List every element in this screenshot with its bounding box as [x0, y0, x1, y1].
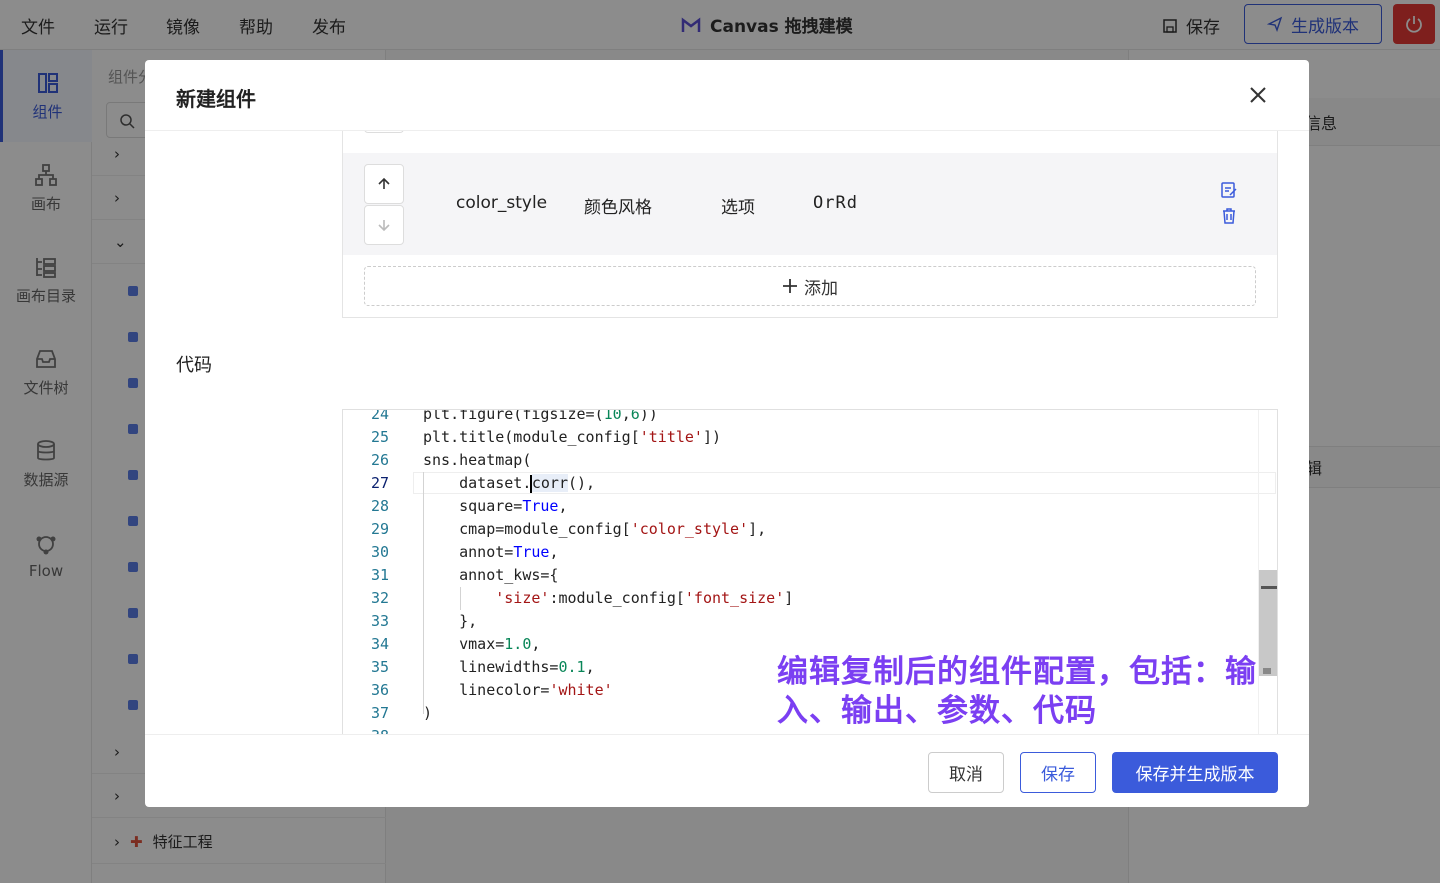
add-param-label: 添加 — [804, 278, 838, 299]
move-down-button[interactable] — [364, 131, 404, 133]
line-number: 27 — [370, 474, 389, 492]
move-up-button[interactable] — [364, 164, 404, 204]
code-line: 28 square=True, — [343, 495, 1259, 518]
line-number: 30 — [370, 543, 389, 561]
edit-icon[interactable] — [1220, 181, 1238, 199]
line-number: 25 — [370, 428, 389, 446]
arrow-up-icon — [378, 177, 390, 189]
line-number: 26 — [370, 451, 389, 469]
line-number: 37 — [370, 704, 389, 722]
save-button[interactable]: 保存 — [1020, 752, 1096, 793]
code-text: vmax=1.0, — [423, 635, 541, 653]
code-field-label: 代码 — [176, 355, 212, 376]
code-text: square=True, — [423, 497, 568, 515]
line-number: 35 — [370, 658, 389, 676]
dialog-header: 新建组件 — [145, 60, 1309, 131]
code-text: annot_kws={ — [423, 566, 559, 584]
code-text: ) — [423, 704, 433, 722]
code-line: 26 sns.heatmap( — [343, 449, 1259, 472]
annotation-text: 编辑复制后的组件配置，包括：输入、输出、参数、代码 — [777, 654, 1257, 729]
param-label: 颜色风格 — [584, 198, 652, 218]
param-value: OrRd — [813, 193, 858, 213]
code-text: }, — [423, 612, 478, 630]
code-line: 31 annot_kws={ — [343, 564, 1259, 587]
save-and-generate-button[interactable]: 保存并生成版本 — [1112, 752, 1278, 793]
line-number: 28 — [370, 497, 389, 515]
params-table: color_style 颜色风格 选项 OrRd 添加 — [342, 131, 1278, 318]
arrow-down-icon — [378, 220, 390, 232]
dialog-footer: 取消 保存 保存并生成版本 — [145, 734, 1309, 807]
code-text: cmap=module_config['color_style'], — [423, 520, 767, 538]
code-text: dataset.corr(), — [423, 474, 596, 493]
code-line: 30 annot=True, — [343, 541, 1259, 564]
param-name: color_style — [456, 193, 548, 213]
scrollbar-marker — [1263, 668, 1271, 674]
cancel-button[interactable]: 取消 — [928, 752, 1004, 793]
code-line: 29 cmap=module_config['color_style'], — [343, 518, 1259, 541]
line-number: 24 — [370, 409, 389, 423]
delete-icon[interactable] — [1220, 207, 1238, 225]
add-param-button[interactable]: 添加 — [364, 266, 1256, 306]
new-component-dialog: 新建组件 color_style 颜色风格 选项 OrRd 添加 代码 24 p… — [145, 60, 1309, 807]
line-number: 32 — [370, 589, 389, 607]
code-line: 24 plt.figure(figsize=(10,6)) — [343, 409, 1259, 426]
scrollbar-marker — [1261, 586, 1277, 589]
line-number: 31 — [370, 566, 389, 584]
line-number: 34 — [370, 635, 389, 653]
code-text: 'size':module_config['font_size'] — [495, 589, 794, 607]
param-type: 选项 — [721, 198, 755, 218]
code-text: plt.figure(figsize=(10,6)) — [423, 409, 658, 423]
dialog-body: color_style 颜色风格 选项 OrRd 添加 代码 24 plt.fig… — [145, 131, 1309, 734]
code-text: linecolor='white' — [423, 681, 613, 699]
code-line: 25 plt.title(module_config['title']) — [343, 426, 1259, 449]
param-row: color_style 颜色风格 选项 OrRd — [343, 153, 1277, 255]
code-text: sns.heatmap( — [423, 451, 532, 469]
code-text: linewidths=0.1, — [423, 658, 595, 676]
code-text: plt.title(module_config['title']) — [423, 428, 722, 446]
line-number: 33 — [370, 612, 389, 630]
dialog-title: 新建组件 — [176, 87, 256, 111]
close-icon[interactable] — [1245, 82, 1271, 108]
code-text: annot=True, — [423, 543, 559, 561]
line-number: 38 — [343, 725, 389, 734]
line-number: 36 — [370, 681, 389, 699]
code-line: 33 }, — [343, 610, 1259, 633]
code-line: 32 'size':module_config['font_size'] — [343, 587, 1259, 610]
line-number: 29 — [370, 520, 389, 538]
plus-icon — [783, 279, 797, 293]
move-down-button[interactable] — [364, 205, 404, 245]
code-line: 27 dataset.corr(), — [343, 472, 1259, 495]
